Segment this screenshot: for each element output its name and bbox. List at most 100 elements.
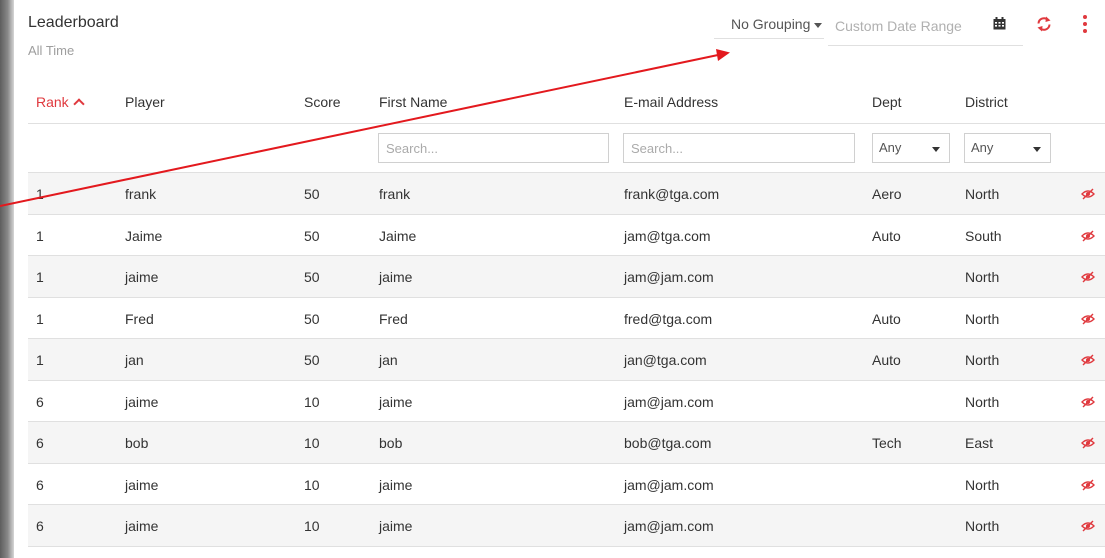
- hide-eye-icon[interactable]: [1081, 396, 1095, 408]
- cell-player: jaime: [125, 476, 159, 493]
- cell-email: jam@jam.com: [624, 393, 714, 410]
- page-subtitle: All Time: [28, 43, 75, 58]
- cell-dept: Tech: [872, 435, 902, 451]
- cell-score: 50: [304, 227, 320, 244]
- cell-score: 10: [304, 435, 320, 451]
- cell-district: North: [965, 310, 1000, 327]
- cell-player: Fred: [125, 310, 154, 327]
- table-row[interactable]: 1 Fred 50 Fred fred@tga.com Auto North: [28, 298, 1105, 339]
- cell-player: jaime: [125, 269, 159, 285]
- refresh-icon[interactable]: [1035, 15, 1053, 33]
- hide-eye-icon[interactable]: [1081, 520, 1095, 532]
- cell-dept: Auto: [872, 227, 901, 244]
- cell-player: Jaime: [125, 227, 163, 244]
- cell-email: jan@tga.com: [624, 352, 707, 368]
- column-header-first-name[interactable]: First Name: [379, 94, 447, 110]
- cell-first-name: jan: [379, 352, 398, 368]
- hide-eye-icon[interactable]: [1081, 230, 1095, 242]
- cell-score: 50: [304, 310, 320, 327]
- cell-player: frank: [125, 186, 157, 202]
- hide-eye-icon[interactable]: [1081, 479, 1095, 491]
- hide-eye-icon[interactable]: [1081, 188, 1095, 200]
- cell-first-name: frank: [379, 186, 411, 202]
- table-row[interactable]: 6 jaime 10 jaime jam@jam.com North: [28, 381, 1105, 422]
- cell-district: North: [965, 518, 1000, 534]
- column-header-email[interactable]: E-mail Address: [624, 94, 718, 110]
- cell-email: jam@jam.com: [624, 269, 714, 285]
- hide-eye-icon[interactable]: [1081, 437, 1095, 449]
- cell-score: 50: [304, 186, 320, 202]
- column-header-dept[interactable]: Dept: [872, 94, 902, 110]
- cell-first-name: jaime: [379, 269, 413, 285]
- cell-score: 10: [304, 476, 320, 493]
- cell-first-name: Fred: [379, 310, 408, 327]
- column-header-score[interactable]: Score: [304, 94, 341, 110]
- cell-district: North: [965, 393, 1000, 410]
- district-filter-select[interactable]: Any: [964, 133, 1051, 163]
- sort-ascending-icon: [73, 98, 85, 110]
- grouping-label: No Grouping: [731, 16, 811, 32]
- table-row[interactable]: 6 jaime 10 jaime jam@jam.com North: [28, 505, 1105, 547]
- cell-score: 10: [304, 518, 320, 534]
- cell-rank: 1: [36, 227, 44, 244]
- cell-player: jaime: [125, 393, 159, 410]
- dept-filter-select[interactable]: Any: [872, 133, 950, 163]
- caret-down-icon: [1033, 147, 1041, 152]
- filter-row: Any Any: [28, 124, 1105, 173]
- hide-eye-icon[interactable]: [1081, 354, 1095, 366]
- cell-rank: 1: [36, 269, 44, 285]
- column-header-player[interactable]: Player: [125, 94, 165, 110]
- cell-player: jaime: [125, 518, 159, 534]
- cell-score: 50: [304, 269, 320, 285]
- caret-down-icon: [814, 22, 823, 28]
- calendar-icon[interactable]: [993, 17, 1006, 30]
- cell-district: North: [965, 186, 1000, 202]
- hide-eye-icon[interactable]: [1081, 313, 1095, 325]
- cell-district: South: [965, 227, 1002, 244]
- cell-email: frank@tga.com: [624, 186, 720, 202]
- table-row[interactable]: 6 jaime 10 jaime jam@jam.com North: [28, 464, 1105, 505]
- table-row[interactable]: 1 Jaime 50 Jaime jam@tga.com Auto South: [28, 215, 1105, 256]
- grouping-dropdown[interactable]: No Grouping: [714, 9, 824, 39]
- leaderboard-card: Leaderboard All Time No Grouping Custom …: [14, 0, 1105, 558]
- table-row[interactable]: 1 frank 50 frank frank@tga.com Aero North: [28, 173, 1105, 215]
- cell-email: fred@tga.com: [624, 310, 713, 327]
- caret-down-icon: [932, 147, 940, 152]
- column-header-rank-label: Rank: [36, 94, 69, 110]
- cell-email: bob@tga.com: [624, 435, 712, 451]
- cell-rank: 1: [36, 310, 44, 327]
- cell-dept: Auto: [872, 310, 901, 327]
- first-name-search-input[interactable]: [378, 133, 609, 163]
- cell-district: North: [965, 269, 1000, 285]
- cell-player: jan: [125, 352, 144, 368]
- cell-first-name: jaime: [379, 393, 413, 410]
- cell-rank: 6: [36, 393, 44, 410]
- cell-rank: 6: [36, 518, 44, 534]
- cell-player: bob: [125, 435, 149, 451]
- column-header-district[interactable]: District: [965, 94, 1008, 110]
- leaderboard-table: Rank Player Score First Name E-mail Addr…: [28, 85, 1105, 547]
- email-search-input[interactable]: [623, 133, 855, 163]
- cell-rank: 1: [36, 352, 44, 368]
- cell-email: jam@tga.com: [624, 227, 711, 244]
- cell-district: North: [965, 476, 1000, 493]
- page-title: Leaderboard: [28, 14, 119, 31]
- cell-district: North: [965, 352, 1000, 368]
- cell-first-name: bob: [379, 435, 403, 451]
- dept-filter-value: Any: [879, 140, 902, 155]
- cell-rank: 6: [36, 476, 44, 493]
- window-edge-shadow: [0, 0, 14, 558]
- cell-score: 50: [304, 352, 320, 368]
- table-row[interactable]: 1 jan 50 jan jan@tga.com Auto North: [28, 339, 1105, 381]
- cell-dept: Aero: [872, 186, 902, 202]
- more-vert-icon[interactable]: [1081, 15, 1089, 35]
- cell-first-name: jaime: [379, 476, 413, 493]
- cell-email: jam@jam.com: [624, 476, 714, 493]
- table-body: 1 frank 50 frank frank@tga.com Aero North 1 Jaim…: [28, 173, 1105, 547]
- cell-first-name: Jaime: [379, 227, 417, 244]
- cell-rank: 6: [36, 435, 44, 451]
- hide-eye-icon[interactable]: [1081, 271, 1095, 283]
- table-row[interactable]: 1 jaime 50 jaime jam@jam.com North: [28, 256, 1105, 298]
- column-header-rank[interactable]: Rank: [36, 94, 85, 110]
- table-row[interactable]: 6 bob 10 bob bob@tga.com Tech East: [28, 422, 1105, 464]
